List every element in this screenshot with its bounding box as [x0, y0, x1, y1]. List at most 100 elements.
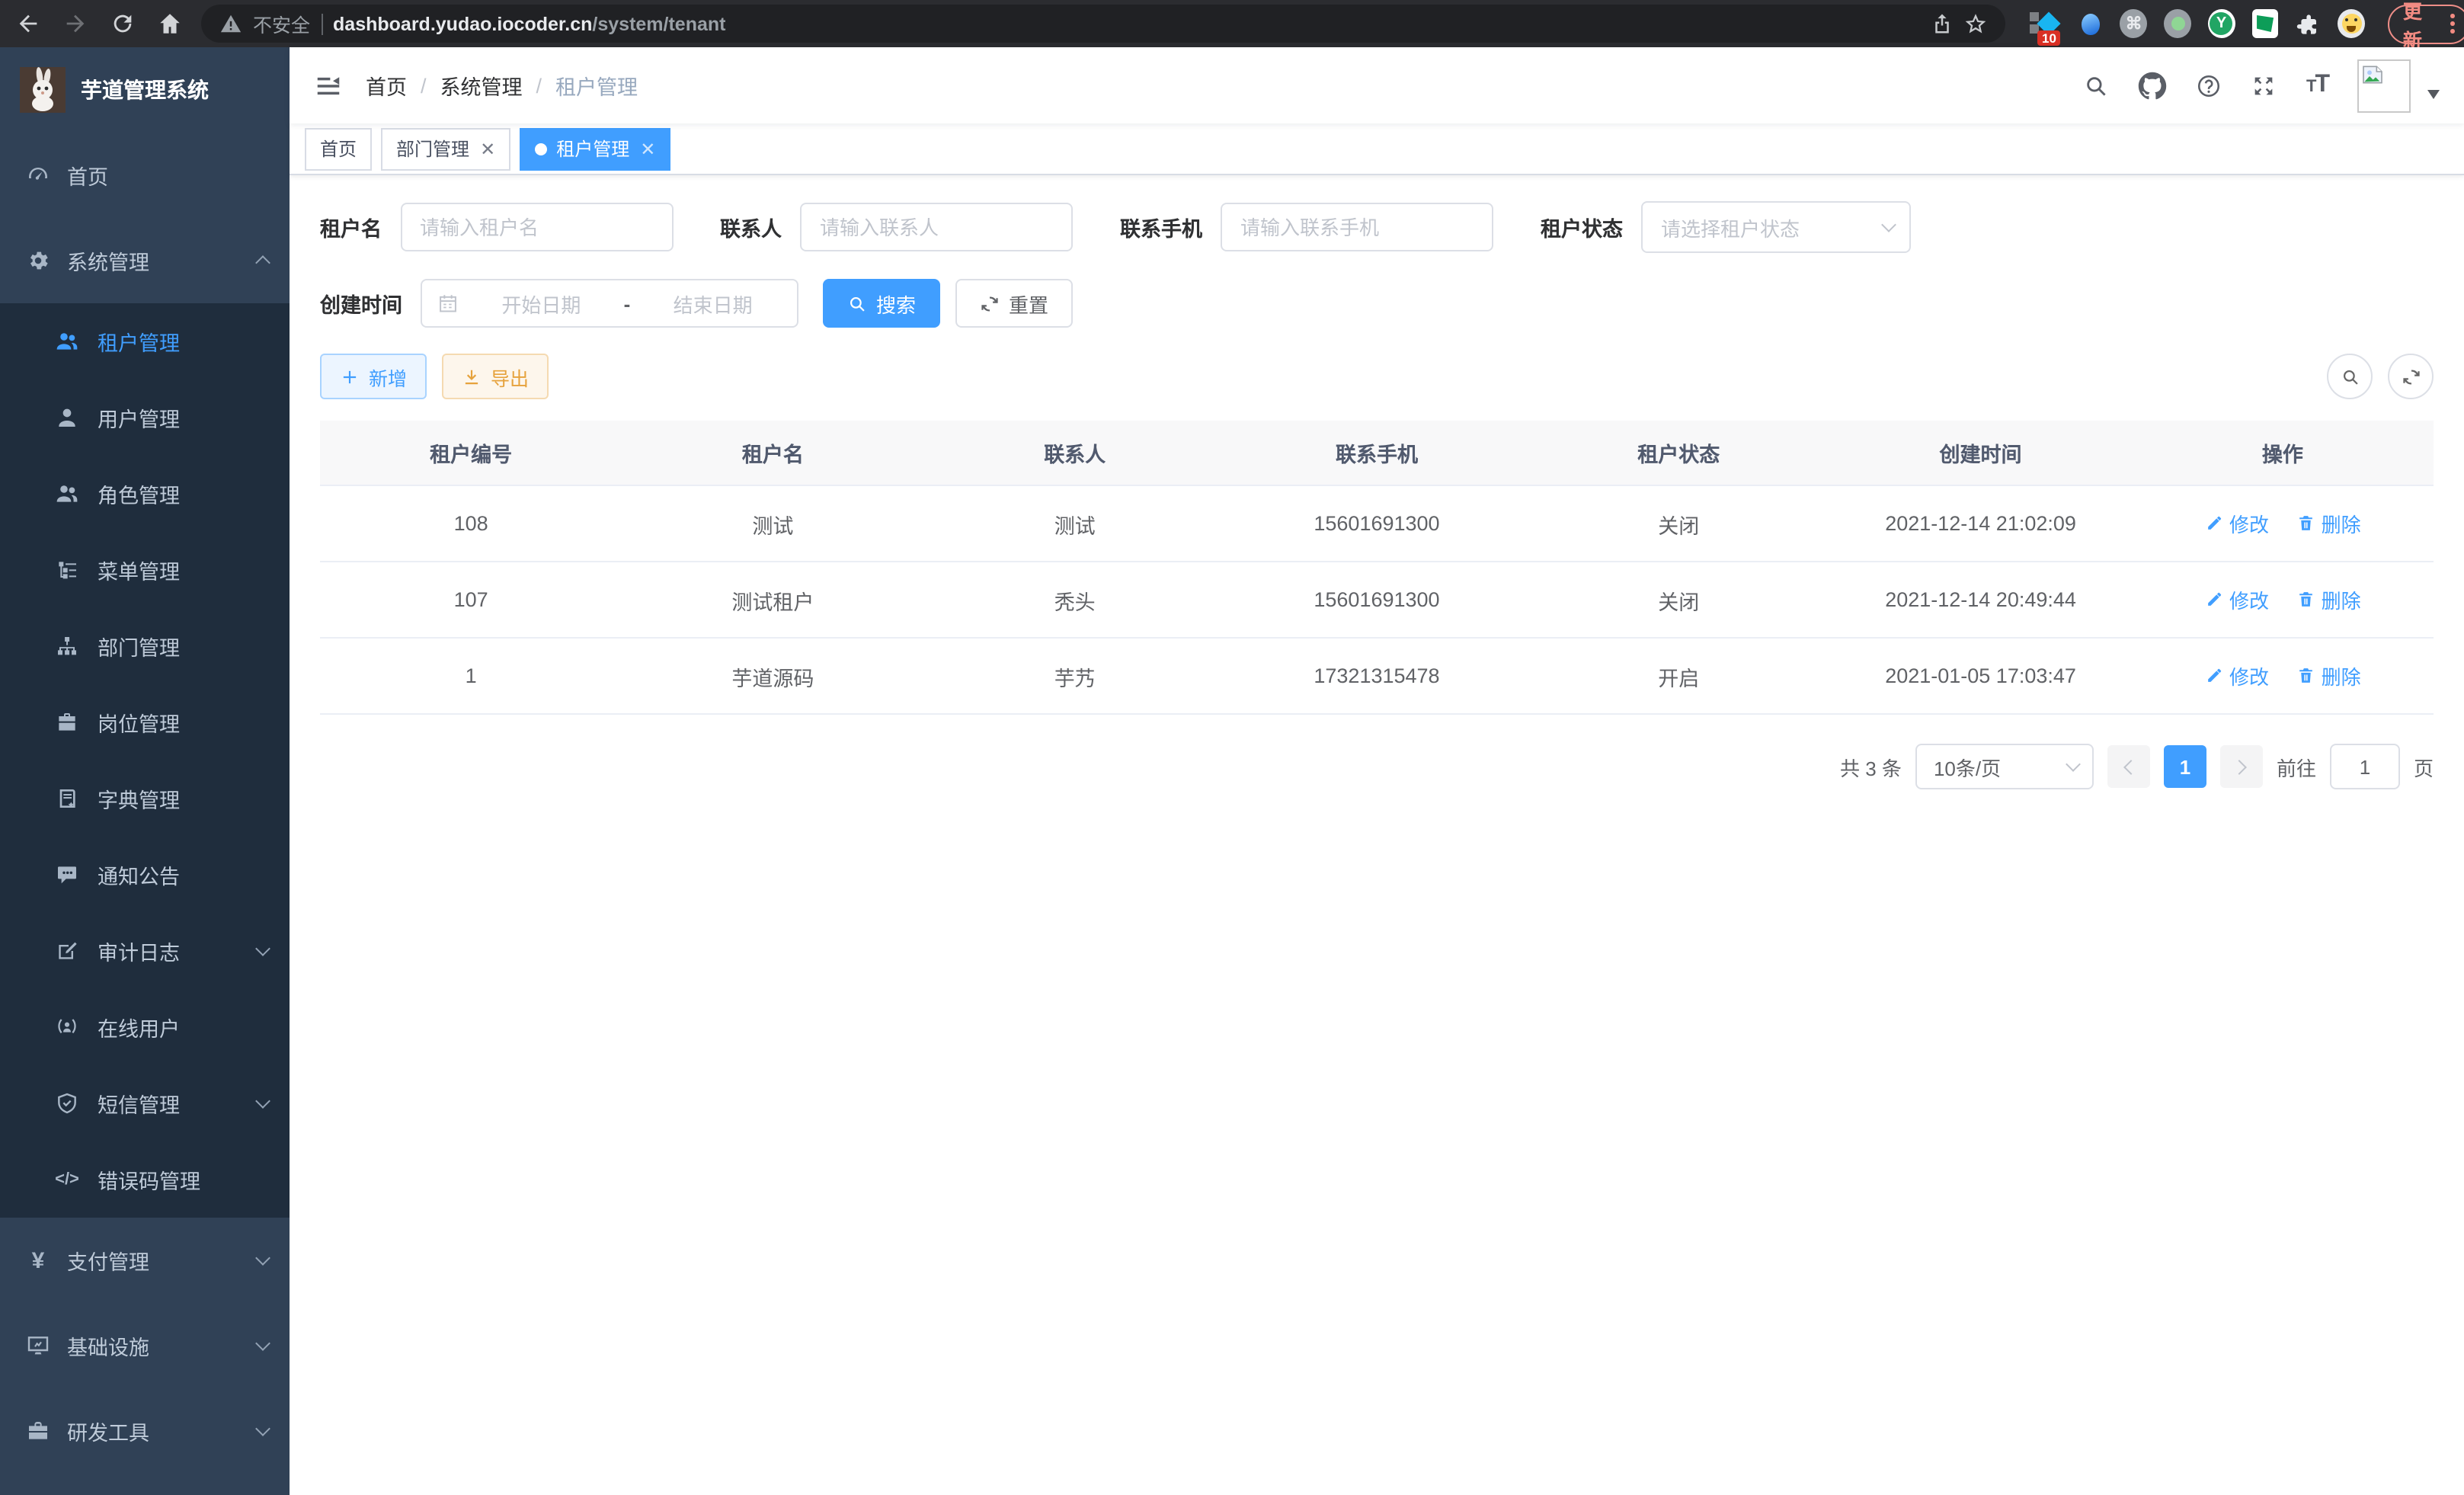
sidebar-toggle-button[interactable]: [314, 71, 343, 100]
sidebar-item-system[interactable]: 系统管理: [0, 218, 290, 303]
search-button[interactable]: 搜索: [823, 279, 940, 328]
delete-link[interactable]: 删除: [2296, 509, 2361, 538]
export-button[interactable]: 导出: [442, 354, 549, 399]
address-bar[interactable]: 不安全 dashboard.yudao.iocoder.cn/system/te…: [201, 5, 2005, 43]
reload-icon[interactable]: [110, 11, 136, 37]
sidebar-item-payment[interactable]: ¥ 支付管理: [0, 1218, 290, 1303]
chevron-down-icon: [255, 941, 270, 956]
sidebar-item-dept[interactable]: 部门管理: [0, 608, 290, 684]
goto-page-input[interactable]: [2330, 744, 2400, 789]
tab-home[interactable]: 首页: [305, 127, 372, 170]
sidebar-item-post[interactable]: 岗位管理: [0, 684, 290, 760]
user-avatar[interactable]: [2357, 59, 2411, 112]
tenant-name-input[interactable]: [400, 203, 673, 251]
url[interactable]: dashboard.yudao.iocoder.cn/system/tenant: [333, 13, 725, 34]
refresh-table-button[interactable]: [2388, 354, 2434, 399]
update-label: 更新: [2403, 0, 2438, 53]
breadcrumb: 首页 / 系统管理 / 租户管理: [366, 70, 638, 101]
status-placeholder: 请选择租户状态: [1661, 213, 1800, 242]
bookmark-star-icon[interactable]: [1964, 12, 1987, 35]
contact-input[interactable]: [800, 203, 1073, 251]
sidebar-item-sms[interactable]: 短信管理: [0, 1065, 290, 1141]
sidebar-item-home[interactable]: 首页: [0, 133, 290, 218]
toggle-search-button[interactable]: [2327, 354, 2373, 399]
reset-button[interactable]: 重置: [955, 279, 1073, 328]
add-button[interactable]: 新增: [320, 354, 427, 399]
mobile-input[interactable]: [1221, 203, 1493, 251]
security-label[interactable]: 不安全: [253, 9, 310, 38]
main-area: 首页 / 系统管理 / 租户管理 TT: [290, 47, 2464, 1495]
create-time-range-picker[interactable]: 开始日期 - 结束日期: [421, 279, 798, 328]
sidebar-item-audit-log[interactable]: 审计日志: [0, 913, 290, 989]
sidebar-item-online-user[interactable]: 在线用户: [0, 989, 290, 1065]
sidebar-item-dict[interactable]: 字典管理: [0, 760, 290, 837]
book-icon: [55, 786, 79, 811]
breadcrumb-system[interactable]: 系统管理: [440, 70, 523, 101]
github-icon[interactable]: [2139, 71, 2168, 100]
users-icon: [55, 329, 79, 354]
toolbox-icon: [26, 1419, 50, 1443]
sidebar-item-role[interactable]: 角色管理: [0, 456, 290, 532]
sidebar-item-tenant[interactable]: 租户管理: [0, 303, 290, 379]
share-icon[interactable]: [1931, 12, 1954, 35]
extension-balloon-icon[interactable]: [2076, 9, 2103, 38]
sidebar-item-user[interactable]: 用户管理: [0, 379, 290, 456]
search-button-label: 搜索: [876, 289, 916, 318]
extension-y-icon[interactable]: Y: [2208, 9, 2235, 38]
reset-button-label: 重置: [1009, 289, 1048, 318]
extension-dot-icon[interactable]: [2164, 9, 2190, 38]
pagination: 共 3 条 10条/页 1 前往 页: [320, 744, 2434, 789]
extension-diamond-icon[interactable]: 10: [2033, 9, 2059, 38]
home-icon[interactable]: [157, 11, 183, 37]
prev-page-button[interactable]: [2107, 745, 2150, 788]
yen-icon: ¥: [26, 1247, 50, 1273]
back-icon[interactable]: [15, 11, 41, 37]
font-size-icon[interactable]: TT: [2306, 72, 2328, 99]
sidebar-item-menu[interactable]: 菜单管理: [0, 532, 290, 608]
tab-tenant[interactable]: 租户管理 ✕: [520, 127, 670, 170]
delete-link[interactable]: 删除: [2296, 661, 2361, 690]
sidebar-item-infra[interactable]: 基础设施: [0, 1303, 290, 1388]
extensions-puzzle-icon[interactable]: [2296, 10, 2322, 37]
status-select[interactable]: 请选择租户状态: [1641, 201, 1911, 253]
help-icon[interactable]: [2197, 72, 2222, 98]
broken-image-icon: [2360, 62, 2385, 86]
forward-icon[interactable]: [62, 11, 88, 37]
breadcrumb-home[interactable]: 首页: [366, 70, 407, 101]
tree-list-icon: [55, 558, 79, 582]
page-number-1[interactable]: 1: [2164, 745, 2206, 788]
extension-flag-icon[interactable]: [2251, 9, 2278, 38]
sidebar-item-error-code[interactable]: </> 错误码管理: [0, 1141, 290, 1218]
tab-dept[interactable]: 部门管理 ✕: [381, 127, 510, 170]
next-page-button[interactable]: [2220, 745, 2263, 788]
delete-link[interactable]: 删除: [2296, 585, 2361, 614]
cell-created: 2021-01-05 17:03:47: [1829, 638, 2131, 714]
fullscreen-icon[interactable]: [2251, 72, 2277, 98]
sidebar-item-notice[interactable]: 通知公告: [0, 837, 290, 913]
close-icon[interactable]: ✕: [480, 139, 495, 158]
sidebar-item-label: 岗位管理: [98, 707, 180, 738]
browser-update-button[interactable]: 更新: [2388, 4, 2464, 43]
browser-menu-icon[interactable]: [2450, 21, 2455, 26]
online-icon: [55, 1015, 79, 1039]
chevron-down-icon: [1881, 217, 1896, 232]
tab-label: 租户管理: [556, 136, 629, 162]
edit-link[interactable]: 修改: [2204, 509, 2269, 538]
app-title: 芋道管理系统: [81, 75, 209, 105]
edit-link[interactable]: 修改: [2204, 585, 2269, 614]
table-header-row: 租户编号 租户名 联系人 联系手机 租户状态 创建时间 操作: [320, 421, 2434, 485]
edit-link[interactable]: 修改: [2204, 661, 2269, 690]
edit-log-icon: [55, 939, 79, 963]
pencil-icon: [2204, 514, 2223, 533]
search-icon[interactable]: [2084, 72, 2110, 98]
sidebar-item-label: 角色管理: [98, 479, 180, 509]
org-chart-icon: [55, 634, 79, 658]
profile-avatar-icon[interactable]: [2338, 9, 2364, 38]
total-count: 共 3 条: [1840, 752, 1902, 781]
sidebar-item-devtools[interactable]: 研发工具: [0, 1388, 290, 1474]
avatar-dropdown-caret[interactable]: [2427, 90, 2440, 99]
extension-command-icon[interactable]: ⌘: [2120, 9, 2147, 38]
people-icon: [55, 482, 79, 506]
page-size-select[interactable]: 10条/页: [1915, 744, 2094, 789]
close-icon[interactable]: ✕: [640, 139, 655, 158]
